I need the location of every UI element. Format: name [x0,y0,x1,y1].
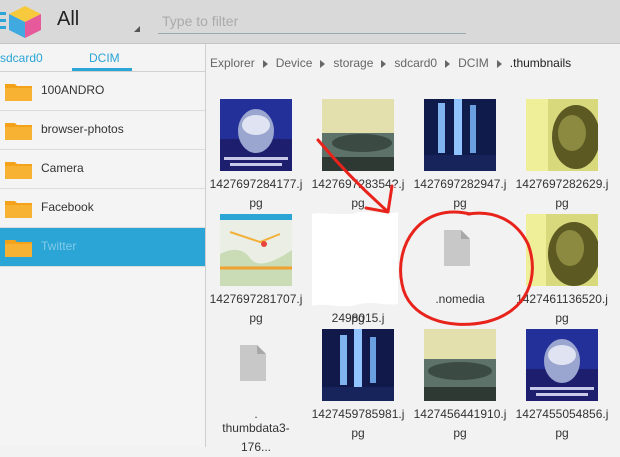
file-name-ext: pg [351,311,365,325]
sidebar: sdcard0 DCIM 100ANDRO browser-photos Cam… [0,44,206,447]
image-thumbnail [220,214,292,286]
tab-active-indicator [72,68,132,71]
file-tile[interactable]: 1427459785981.j pg [310,329,406,440]
file-tile[interactable]: 1427697282629.j pg [514,99,610,210]
tab-sdcard0[interactable]: sdcard0 [0,51,43,65]
file-name-ext: pg [351,426,365,440]
file-tile[interactable]: .nomedia [412,214,508,324]
folder-label: browser-photos [41,122,124,136]
folder-icon [5,84,32,101]
file-name: 1427697282629.j [515,177,609,191]
folder-item[interactable]: Facebook [0,189,205,228]
file-name-ext: pg [249,196,263,210]
folder-label: 100ANDRO [41,83,105,97]
file-name: 142769728354?.j [311,177,405,191]
image-thumbnail [424,329,496,401]
sidebar-tabs: sdcard0 DCIM [0,44,205,72]
file-name-ext: pg [351,196,365,210]
file-tile[interactable]: 1427461136520.j pg [514,214,610,325]
file-tile[interactable]: 1427456441910.j pg [412,329,508,440]
file-name-ext: pg [249,311,263,325]
file-name-ext: pg [555,426,569,440]
folder-icon [5,240,32,257]
breadcrumb-item[interactable]: sdcard0 [394,56,437,70]
action-bar: All [0,0,620,44]
file-name: 1427455054856.j [515,407,609,421]
breadcrumb-item[interactable]: DCIM [458,56,489,70]
image-thumbnail [322,99,394,171]
breadcrumb-current: .thumbnails [509,56,572,70]
folder-icon [5,201,32,218]
breadcrumb-separator-icon [262,59,268,68]
breadcrumb-separator-icon [320,59,326,68]
folder-item[interactable]: browser-photos [0,111,205,150]
file-name-ext: pg [555,311,569,325]
folder-item[interactable]: 100ANDRO [0,72,205,111]
breadcrumb-item[interactable]: Device [276,56,313,70]
file-name: 1427697284177.j [209,177,303,191]
file-tile[interactable]: 1427697282947.j pg [412,99,508,210]
file-name-ext: thumbdata3-176... [222,421,290,454]
file-tile[interactable]: 142769?2498015.j pg [310,214,406,325]
image-thumbnail [424,99,496,171]
image-thumbnail [526,329,598,401]
file-name: 1427459785981.j [311,407,405,421]
document-icon [444,230,470,266]
folder-label: Twitter [41,239,77,253]
image-thumbnail [220,99,292,171]
breadcrumb-separator-icon [496,59,502,68]
folder-item[interactable]: Camera [0,150,205,189]
location-title[interactable]: All [57,8,79,31]
breadcrumb-separator-icon [445,59,451,68]
folder-icon [5,123,32,140]
file-name-ext: pg [453,196,467,210]
file-tile[interactable]: . thumbdata3-176... [208,329,304,454]
file-name: 1427461136520.j [516,292,608,306]
file-name: .nomedia [435,292,485,306]
file-name-ext: pg [555,196,569,210]
filter-input[interactable] [158,9,466,34]
folder-icon [5,162,32,179]
app-logo-icon[interactable] [0,4,44,40]
file-name: 1427697281707.j [209,292,303,306]
folder-item-selected[interactable]: Twitter [0,228,205,267]
file-name: 1427456441910.j [413,407,507,421]
file-name: 1427697282947.j [413,177,507,191]
file-tile[interactable]: 1427455054856.j pg [514,329,610,440]
image-thumbnail [526,214,598,286]
folder-label: Facebook [41,200,94,214]
tab-dcim[interactable]: DCIM [89,51,120,65]
breadcrumb-item[interactable]: Explorer [210,56,255,70]
image-thumbnail [526,99,598,171]
breadcrumb-item[interactable]: storage [333,56,373,70]
document-icon [240,345,266,381]
folder-label: Camera [41,161,84,175]
file-tile[interactable]: 1427697281707.j pg [208,214,304,325]
image-thumbnail [322,329,394,401]
breadcrumb: Explorer Device storage sdcard0 DCIM .thumbna… [210,56,571,76]
file-name-ext: pg [453,426,467,440]
breadcrumb-separator-icon [381,59,387,68]
file-tile[interactable]: 1427697284177.j pg [208,99,304,210]
dropdown-arrow-icon[interactable] [134,26,140,32]
file-tile[interactable]: 142769728354?.j pg [310,99,406,210]
image-thumbnail [322,214,394,286]
